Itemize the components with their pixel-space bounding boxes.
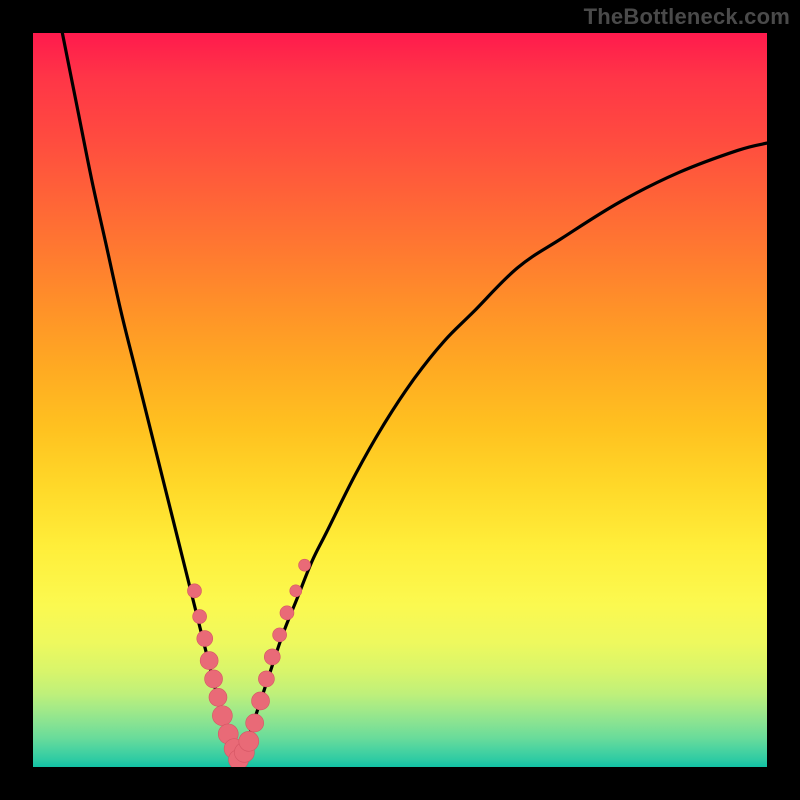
data-point xyxy=(273,628,287,642)
chart-frame: TheBottleneck.com xyxy=(0,0,800,800)
data-point xyxy=(264,649,280,665)
data-point xyxy=(212,706,232,726)
data-point xyxy=(205,670,223,688)
data-point xyxy=(246,714,264,732)
data-point xyxy=(193,610,207,624)
data-point xyxy=(290,585,302,597)
data-point xyxy=(258,671,274,687)
curve-left xyxy=(62,33,238,760)
curve-group xyxy=(62,33,767,760)
plot-area xyxy=(33,33,767,767)
data-point xyxy=(200,652,218,670)
data-point xyxy=(252,692,270,710)
data-point xyxy=(187,584,201,598)
chart-svg xyxy=(33,33,767,767)
dots-group xyxy=(187,559,310,767)
watermark-text: TheBottleneck.com xyxy=(584,4,790,30)
data-point xyxy=(197,631,213,647)
data-point xyxy=(209,688,227,706)
data-point xyxy=(299,559,311,571)
curve-right xyxy=(239,143,767,760)
data-point xyxy=(280,606,294,620)
data-point xyxy=(239,731,259,751)
